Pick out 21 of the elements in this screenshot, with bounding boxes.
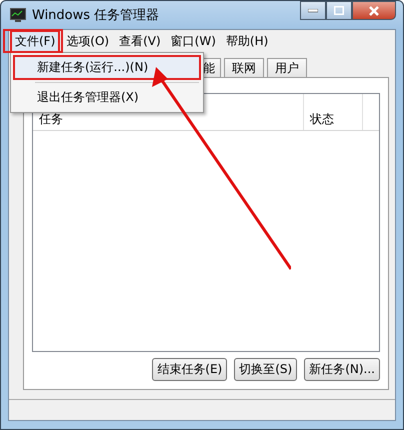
minimize-icon [308, 8, 318, 12]
menu-option[interactable]: 新建任务(运行...)(N) [13, 55, 201, 80]
column-header[interactable]: 状态 [304, 94, 363, 130]
menu-item[interactable]: 窗口(W) [166, 30, 220, 52]
minimize-button[interactable] [300, 1, 326, 20]
menu-item[interactable]: 查看(V) [115, 30, 165, 52]
close-button[interactable] [352, 1, 396, 20]
window-title: Windows 任务管理器 [32, 7, 160, 24]
maximize-icon [334, 6, 344, 15]
close-icon [368, 6, 380, 16]
tab[interactable]: 联网 [224, 58, 264, 77]
push-button[interactable]: 新任务(N)... [304, 358, 380, 381]
menu-item[interactable]: 帮助(H) [222, 30, 272, 52]
monitor-icon [10, 8, 26, 22]
tab[interactable]: 用户 [267, 58, 307, 77]
menu-item[interactable]: 选项(O) [62, 30, 114, 52]
menu-option[interactable]: 退出任务管理器(X) [13, 85, 201, 110]
highlight-frame [3, 29, 63, 53]
maximize-button[interactable] [326, 1, 352, 20]
push-button[interactable]: 结束任务(E) [152, 358, 228, 381]
push-button[interactable]: 切换至(S) [234, 358, 298, 381]
